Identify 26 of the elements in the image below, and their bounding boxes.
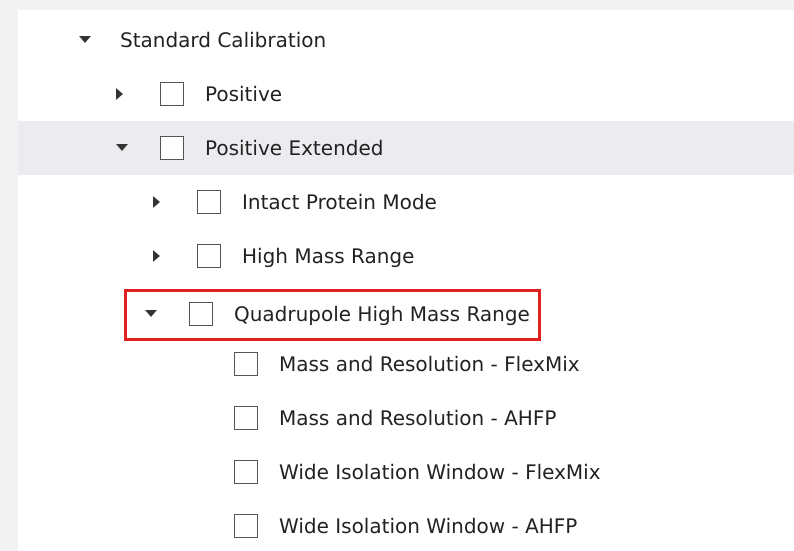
tree-item-label[interactable]: High Mass Range — [242, 244, 414, 268]
tree-item-label[interactable]: Mass and Resolution - AHFP — [279, 406, 556, 430]
tree-item-label[interactable]: Intact Protein Mode — [242, 190, 437, 214]
tree-item-label[interactable]: Positive — [205, 82, 282, 106]
collapsed-arrow-icon[interactable] — [116, 88, 124, 100]
checkbox[interactable] — [160, 82, 184, 106]
checkbox[interactable] — [234, 460, 258, 484]
tree-item-label[interactable]: Wide Isolation Window - FlexMix — [279, 460, 601, 484]
collapsed-arrow-icon[interactable] — [153, 250, 161, 262]
checkbox[interactable] — [234, 352, 258, 376]
checkbox[interactable] — [234, 406, 258, 430]
expanded-arrow-icon[interactable] — [145, 310, 157, 318]
selected-row[interactable]: Positive Extended — [18, 121, 794, 175]
tree-item-label[interactable]: Quadrupole High Mass Range — [234, 302, 530, 326]
collapsed-arrow-icon[interactable] — [153, 196, 161, 208]
checkbox[interactable] — [234, 514, 258, 538]
tree-item-label[interactable]: Standard Calibration — [120, 28, 326, 52]
checkbox[interactable] — [160, 136, 184, 160]
tree-item-label[interactable]: Mass and Resolution - FlexMix — [279, 352, 580, 376]
checkbox[interactable] — [197, 244, 221, 268]
checkbox[interactable] — [189, 302, 213, 326]
checkbox[interactable] — [197, 190, 221, 214]
expanded-arrow-icon[interactable] — [79, 36, 91, 44]
tree-item-label[interactable]: Wide Isolation Window - AHFP — [279, 514, 578, 538]
tree-item-label[interactable]: Positive Extended — [205, 136, 384, 160]
expanded-arrow-icon[interactable] — [116, 144, 128, 152]
